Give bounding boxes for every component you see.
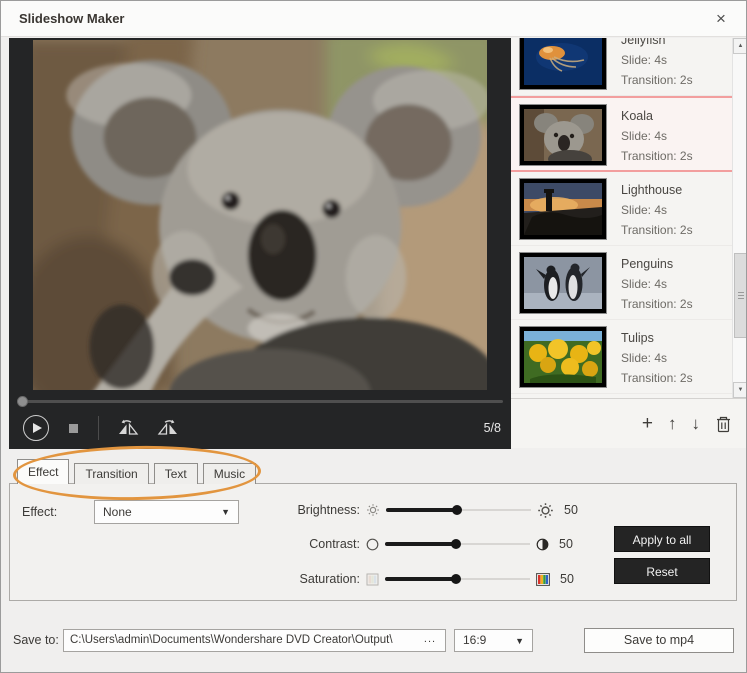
slide-item-jellyfish[interactable]: Jellyfish Slide: 4s Transition: 2s: [511, 38, 732, 96]
slide-transition: Transition: 2s: [621, 70, 693, 90]
slide-duration: Slide: 4s: [621, 126, 693, 146]
saturation-row: Saturation:: [280, 569, 580, 589]
slide-name: Tulips: [621, 328, 693, 348]
slide-transition: Transition: 2s: [621, 146, 693, 166]
tab-text[interactable]: Text: [154, 463, 198, 484]
slide-name: Penguins: [621, 254, 693, 274]
slide-sidebar: Jellyfish Slide: 4s Transition: 2s: [511, 38, 747, 448]
saturation-value: 50: [560, 572, 580, 586]
contrast-label: Contrast:: [280, 537, 360, 551]
slide-item-koala[interactable]: Koala Slide: 4s Transition: 2s: [511, 96, 732, 172]
effect-dropdown[interactable]: None ▼: [94, 500, 239, 524]
move-down-icon[interactable]: ↓: [692, 415, 701, 432]
scrollbar-thumb[interactable]: [734, 253, 747, 338]
brightness-row: Brightness: 50: [280, 500, 584, 520]
contrast-slider[interactable]: [385, 538, 530, 550]
saturation-low-icon: [366, 573, 379, 586]
koala-photo: [33, 40, 487, 390]
brightness-label: Brightness:: [280, 503, 360, 517]
contrast-high-icon: [536, 538, 549, 551]
seek-handle[interactable]: [17, 396, 28, 407]
preview-area: 5/8: [9, 38, 511, 449]
slide-name: Koala: [621, 106, 693, 126]
saturation-label: Saturation:: [280, 572, 360, 586]
effect-panel: Effect: None ▼ Brightness:: [9, 483, 737, 601]
contrast-row: Contrast: 50: [280, 534, 579, 554]
slide-item-tulips[interactable]: Tulips Slide: 4s Transition: 2s: [511, 320, 732, 394]
sidebar-scrollbar[interactable]: ▲ ▼: [732, 38, 747, 398]
slide-duration: Slide: 4s: [621, 200, 693, 220]
contrast-low-icon: [366, 538, 379, 551]
move-up-icon[interactable]: ↑: [668, 415, 677, 432]
slide-name: Jellyfish: [621, 38, 693, 50]
brightness-slider[interactable]: [386, 504, 531, 516]
add-slide-icon[interactable]: +: [642, 414, 653, 433]
play-icon[interactable]: [23, 415, 49, 441]
slide-list: Jellyfish Slide: 4s Transition: 2s: [511, 38, 732, 398]
playback-controls: 5/8: [9, 409, 511, 447]
scrollbar-down-icon[interactable]: ▼: [733, 382, 747, 398]
effect-dropdown-value: None: [103, 505, 132, 519]
rotate-left-icon[interactable]: [117, 419, 139, 437]
tab-transition[interactable]: Transition: [74, 463, 148, 484]
slideshow-maker-window: Slideshow Maker ×: [0, 0, 747, 673]
dropdown-arrow-icon: ▼: [515, 630, 524, 652]
slide-name: Lighthouse: [621, 180, 693, 200]
saturation-high-icon: [536, 573, 550, 586]
contrast-value: 50: [559, 537, 579, 551]
tab-music[interactable]: Music: [203, 463, 256, 484]
scrollbar-up-icon[interactable]: ▲: [733, 38, 747, 54]
tab-effect[interactable]: Effect: [17, 459, 69, 484]
reset-button[interactable]: Reset: [614, 558, 710, 584]
controls-divider: [98, 416, 99, 440]
penguins-thumbnail[interactable]: [519, 252, 607, 314]
brightness-slider-handle[interactable]: [452, 505, 462, 515]
brightness-low-icon: [366, 503, 380, 517]
saturation-slider[interactable]: [385, 573, 530, 585]
contrast-slider-handle[interactable]: [451, 539, 461, 549]
title-bar: Slideshow Maker ×: [1, 1, 746, 37]
delete-slide-icon[interactable]: [715, 415, 732, 433]
lighthouse-thumbnail[interactable]: [519, 178, 607, 240]
koala-thumbnail[interactable]: [519, 104, 607, 166]
apply-to-all-button[interactable]: Apply to all: [614, 526, 710, 552]
save-to-label: Save to:: [13, 628, 59, 653]
slide-counter: 5/8: [484, 421, 501, 435]
tab-bar: Effect Transition Text Music: [17, 459, 256, 484]
slide-item-penguins[interactable]: Penguins Slide: 4s Transition: 2s: [511, 246, 732, 320]
slide-transition: Transition: 2s: [621, 294, 693, 314]
save-to-mp4-button[interactable]: Save to mp4: [584, 628, 734, 653]
slide-transition: Transition: 2s: [621, 220, 693, 240]
slide-transition: Transition: 2s: [621, 368, 693, 388]
seek-bar[interactable]: [15, 393, 505, 409]
bottom-bar: Save to: C:\Users\admin\Documents\Wonder…: [1, 628, 747, 654]
slide-actions-bar: + ↑ ↓: [511, 398, 747, 448]
preview-image: [33, 40, 487, 390]
aspect-ratio-value: 16:9: [463, 633, 486, 647]
rotate-right-icon[interactable]: [157, 419, 179, 437]
tulips-thumbnail[interactable]: [519, 326, 607, 388]
slide-duration: Slide: 4s: [621, 348, 693, 368]
brightness-high-icon: [537, 502, 554, 519]
saturation-slider-handle[interactable]: [451, 574, 461, 584]
jellyfish-thumbnail[interactable]: [519, 38, 607, 90]
window-title: Slideshow Maker: [19, 1, 124, 37]
slide-duration: Slide: 4s: [621, 274, 693, 294]
aspect-ratio-dropdown[interactable]: 16:9 ▼: [454, 629, 533, 652]
output-path-field[interactable]: C:\Users\admin\Documents\Wondershare DVD…: [63, 629, 446, 652]
close-icon[interactable]: ×: [708, 1, 734, 37]
dropdown-arrow-icon: ▼: [221, 501, 230, 523]
stop-icon[interactable]: [69, 424, 78, 433]
effect-label: Effect:: [22, 505, 94, 519]
slide-duration: Slide: 4s: [621, 50, 693, 70]
seek-track[interactable]: [17, 400, 503, 403]
brightness-value: 50: [564, 503, 584, 517]
slide-item-lighthouse[interactable]: Lighthouse Slide: 4s Transition: 2s: [511, 172, 732, 246]
browse-button[interactable]: ...: [417, 631, 443, 650]
